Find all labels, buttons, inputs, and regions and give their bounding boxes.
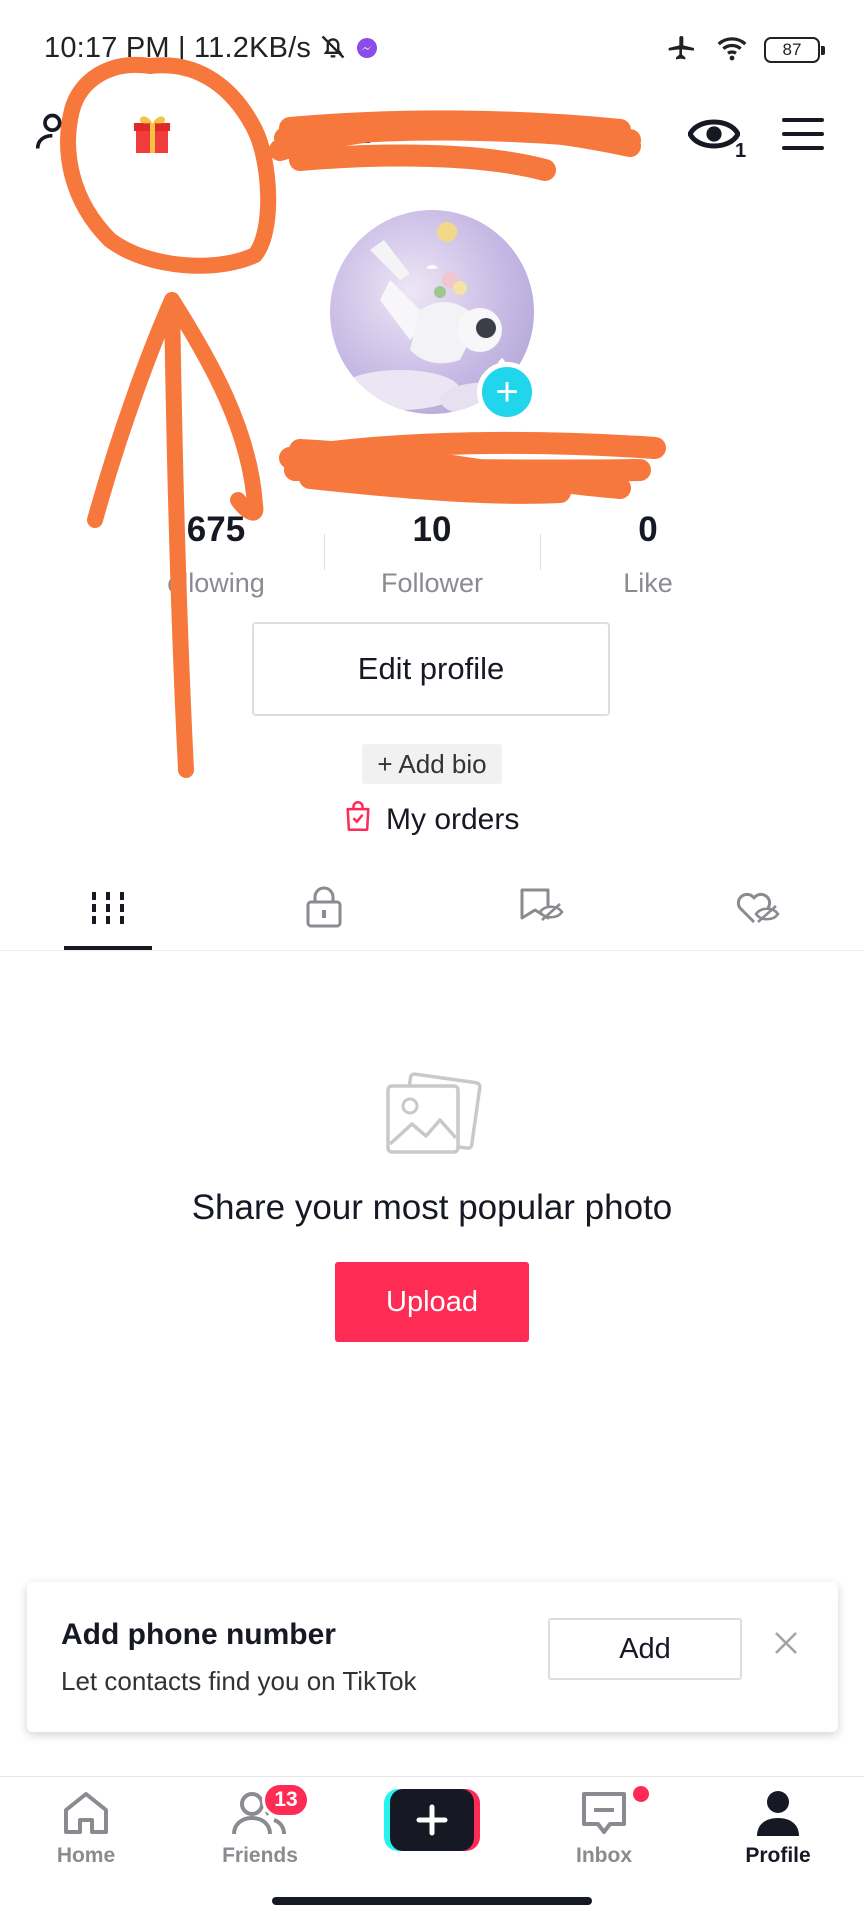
follower-label: Follower: [380, 568, 484, 598]
tabs-divider: [0, 950, 864, 951]
add-phone-card: Add phone number Let contacts find you o…: [27, 1582, 838, 1732]
like-count: 0: [638, 510, 658, 549]
friends-badge: 13: [262, 1782, 310, 1818]
empty-state-title: Share your most popular photo: [191, 1188, 673, 1227]
tab-videos-grid[interactable]: [88, 888, 128, 933]
tab-reposts[interactable]: [518, 886, 564, 933]
hidden-heart-icon: [736, 892, 780, 924]
like-label: Like: [623, 568, 673, 598]
my-orders-link[interactable]: My orders: [344, 800, 519, 840]
grid-icon: [92, 892, 124, 924]
nav-inbox[interactable]: Inbox: [544, 1788, 664, 1888]
nav-friends-label: Friends: [222, 1844, 298, 1867]
edit-profile-button[interactable]: Edit profile: [252, 622, 610, 716]
annotation-circle: [60, 56, 277, 274]
battery-icon: 87: [764, 37, 825, 63]
add-phone-title: Add phone number: [61, 1618, 336, 1651]
wifi-icon: [714, 32, 750, 69]
add-phone-button[interactable]: Add: [548, 1618, 742, 1680]
add-bio-button[interactable]: + Add bio: [362, 744, 502, 784]
add-phone-subtitle: Let contacts find you on TikTok: [61, 1666, 417, 1696]
photo-icon: [380, 1072, 484, 1167]
stat-follower[interactable]: 10 Follower: [332, 510, 532, 599]
close-icon[interactable]: [771, 1628, 801, 1658]
profile-icon: [757, 1791, 799, 1836]
eye-icon[interactable]: [687, 114, 741, 159]
home-indicator: [272, 1897, 592, 1905]
nav-home[interactable]: Home: [26, 1788, 146, 1888]
stat-divider: [540, 534, 541, 570]
status-time: 10:17 PM | 11.2KB/s: [44, 32, 378, 69]
inbox-notification-dot: [633, 1786, 649, 1802]
messenger-icon: [356, 34, 378, 67]
following-label: ollowing: [167, 568, 265, 598]
menu-icon[interactable]: [782, 116, 824, 157]
gift-icon[interactable]: [128, 108, 176, 163]
add-friend-icon[interactable]: [34, 110, 78, 159]
nav-profile[interactable]: Profile: [718, 1788, 838, 1888]
profile-username[interactable]: ...ch: [300, 110, 372, 152]
bell-off-icon: [319, 33, 347, 69]
follower-count: 10: [412, 510, 452, 549]
tab-liked[interactable]: [734, 886, 780, 933]
inbox-icon: [582, 1792, 626, 1834]
home-icon: [64, 1792, 108, 1834]
shopping-bag-icon: [344, 800, 372, 840]
upload-button[interactable]: Upload: [335, 1262, 529, 1342]
viewer-count: 1: [735, 140, 747, 162]
lock-icon: [306, 886, 342, 928]
following-count: 675: [186, 510, 246, 549]
nav-divider: [0, 1776, 864, 1777]
my-orders-label: My orders: [386, 803, 520, 836]
nav-profile-label: Profile: [745, 1844, 811, 1867]
add-avatar-plus-button[interactable]: +: [477, 362, 537, 422]
airplane-icon: [664, 32, 700, 69]
stat-like[interactable]: 0 Like: [548, 510, 748, 599]
annotation-redaction-name: [279, 431, 666, 504]
nav-home-label: Home: [56, 1844, 116, 1867]
hidden-reposts-icon: [520, 888, 564, 921]
status-icons: 87: [664, 30, 825, 70]
create-button[interactable]: [384, 1789, 480, 1851]
stat-following[interactable]: 675 ollowing: [116, 510, 316, 599]
tab-private[interactable]: [304, 886, 344, 933]
stat-divider: [324, 534, 325, 570]
nav-inbox-label: Inbox: [576, 1844, 632, 1867]
